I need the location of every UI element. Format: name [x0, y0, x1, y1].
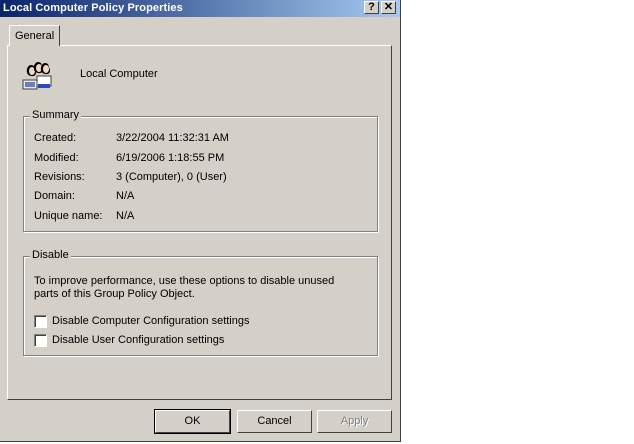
- disable-description: To improve performance, use these option…: [34, 275, 354, 301]
- domain-label: Domain:: [34, 190, 75, 202]
- apply-button[interactable]: Apply: [317, 410, 392, 433]
- disable-group-label: Disable: [30, 249, 71, 261]
- summary-group-label: Summary: [30, 109, 82, 121]
- title-bar[interactable]: Local Computer Policy Properties ? ✕: [0, 0, 400, 17]
- users-computer-icon: [20, 58, 52, 90]
- properties-dialog: Local Computer Policy Properties ? ✕ Gen…: [0, 0, 401, 442]
- created-value: 3/22/2004 11:32:31 AM: [116, 132, 229, 144]
- close-button[interactable]: ✕: [381, 1, 396, 14]
- disable-user-config-label[interactable]: Disable User Configuration settings: [52, 334, 224, 346]
- revisions-label: Revisions:: [34, 171, 85, 183]
- modified-value: 6/19/2006 1:18:55 PM: [116, 152, 225, 164]
- disable-computer-config-checkbox[interactable]: [34, 315, 47, 328]
- disable-computer-config-label[interactable]: Disable Computer Configuration settings: [52, 315, 250, 327]
- unique-name-label: Unique name:: [34, 210, 103, 222]
- summary-group: Summary Created: 3/22/2004 11:32:31 AM M…: [23, 109, 378, 232]
- revisions-value: 3 (Computer), 0 (User): [116, 171, 227, 183]
- modified-label: Modified:: [34, 152, 79, 164]
- disable-user-config-checkbox[interactable]: [34, 334, 47, 347]
- close-icon: ✕: [383, 1, 394, 13]
- help-icon: ?: [368, 1, 375, 13]
- domain-value: N/A: [116, 190, 135, 202]
- ok-button[interactable]: OK: [154, 409, 231, 434]
- window-title: Local Computer Policy Properties: [3, 2, 183, 14]
- tab-general-label: General: [15, 30, 55, 42]
- help-button[interactable]: ?: [364, 1, 379, 14]
- tab-general[interactable]: General: [9, 25, 60, 46]
- created-label: Created:: [34, 132, 77, 144]
- disable-group: Disable To improve performance, use thes…: [23, 249, 378, 356]
- unique-name-value: N/A: [116, 210, 135, 222]
- policy-object-name: Local Computer: [80, 68, 158, 80]
- cancel-button[interactable]: Cancel: [237, 410, 312, 433]
- disable-description-line-1: To improve performance, use these option…: [34, 275, 335, 287]
- disable-description-line-2: parts of this Group Policy Object.: [34, 288, 195, 300]
